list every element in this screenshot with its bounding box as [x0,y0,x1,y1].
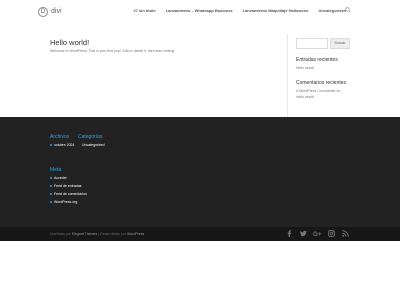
bullet-icon [50,193,52,196]
archives-heading: Archivos [50,134,70,140]
main-nav: #7 sin título Lanzamiento – Whatsapp Bus… [134,8,347,14]
search-input[interactable] [296,38,328,49]
meta-item-comments-feed[interactable]: Feed de comentarios [50,192,87,197]
recent-post-link[interactable]: Hello world! [296,66,314,71]
meta-link[interactable]: Feed de comentarios [54,192,87,196]
wordpress-link[interactable]: WordPress [127,232,144,236]
footer-credits: Diseñado por Elegant Themes | Desarrolla… [50,231,144,237]
nav-item-uncategorized[interactable]: Uncategorized [318,8,346,14]
bullet-icon [50,201,52,204]
nav-item-sin-titulo[interactable]: #7 sin título [134,8,156,14]
credit-text: Diseñado por [50,232,71,236]
bullet-icon [50,177,52,180]
search-button[interactable]: Buscar [330,38,350,49]
meta-link[interactable]: WordPress.org [54,200,77,204]
svg-text:G+: G+ [313,231,322,237]
footer-widgets: Archivos Categorías octubre 2024 Uncateg… [0,117,400,227]
recent-posts-heading: Entradas recientes [296,57,338,63]
meta-link[interactable]: Acceder [54,176,67,180]
post-title[interactable]: Hello world! [50,38,89,47]
meta-item-login[interactable]: Acceder [50,176,67,181]
meta-item-entries-feed[interactable]: Feed de entradas [50,184,81,189]
bullet-icon [50,185,52,188]
site-name[interactable]: divi [51,7,62,17]
archive-link[interactable]: octubre 2024 [54,143,74,147]
nav-item-halloween[interactable]: Lanzamiento Maquillaje Halloween [243,8,309,14]
nav-item-whatsapp[interactable]: Lanzamiento – Whatsapp Business [166,8,233,14]
rss-icon[interactable] [342,230,349,237]
site-header: D divi #7 sin título Lanzamiento – Whats… [0,0,400,24]
twitter-icon[interactable] [300,230,307,237]
recent-comments-heading: Comentarios recientes [296,80,347,86]
google-plus-icon[interactable]: G+ [313,230,322,237]
meta-item-wordpress-org[interactable]: WordPress.org [50,200,77,205]
categories-heading: Categorías [78,134,103,140]
main-content: Hello world! Welcome to WordPress. This … [0,24,400,117]
category-item[interactable]: Uncategorized [82,143,105,148]
instagram-icon[interactable] [328,230,335,237]
meta-link[interactable]: Feed de entradas [54,184,81,188]
theme-author-link[interactable]: Elegant Themes [72,232,97,236]
meta-heading: Meta [50,167,62,173]
credit-text-2: Desarrollado por [100,232,126,236]
archive-item[interactable]: octubre 2024 [50,143,74,148]
search-icon[interactable] [345,7,351,13]
logo[interactable]: D [38,7,48,17]
recent-comment-author[interactable]: A WordPress Commenter en [296,89,340,94]
sidebar-divider [287,34,288,117]
logo-letter: D [40,9,46,15]
footer-bottom-bar: Diseñado por Elegant Themes | Desarrolla… [0,227,400,241]
bullet-icon [50,144,52,147]
recent-comment-post[interactable]: Hello world! [296,95,314,100]
facebook-icon[interactable] [286,230,293,237]
post-excerpt: Welcome to WordPress. This is your first… [50,49,175,53]
